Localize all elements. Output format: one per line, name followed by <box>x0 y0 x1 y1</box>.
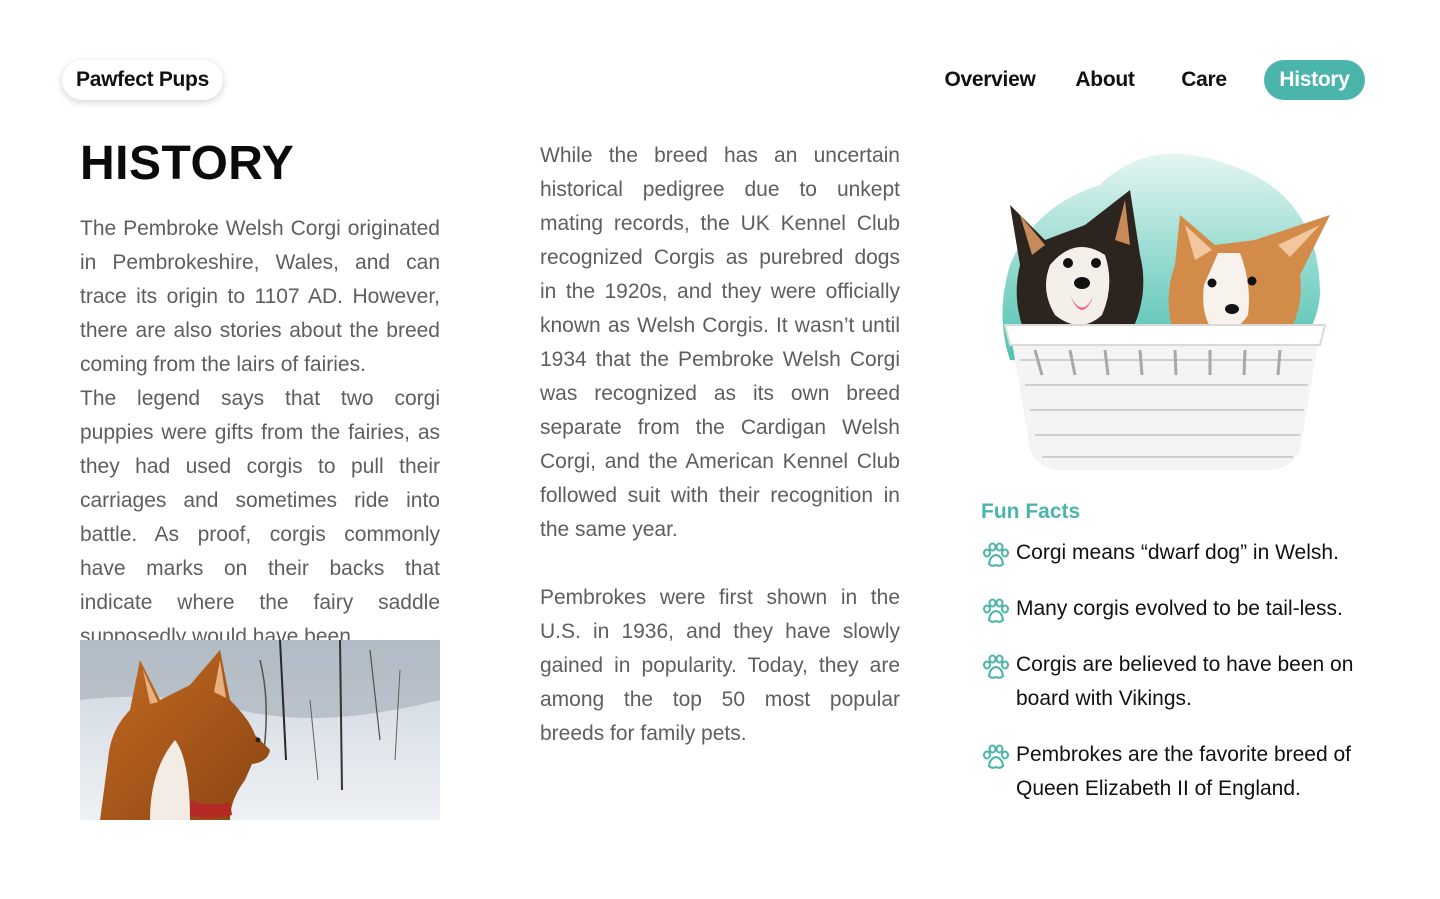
paw-icon <box>983 744 1009 769</box>
paw-icon <box>983 654 1009 679</box>
history-paragraph-4: Pembrokes were first shown in the U.S. i… <box>540 586 900 745</box>
paw-icon <box>983 598 1009 623</box>
fun-fact-text: Pembrokes are the favorite breed of Quee… <box>1016 743 1352 800</box>
corgi-puppies-photo <box>990 145 1340 480</box>
fun-fact-text: Corgi means “dwarf dog” in Welsh. <box>1016 541 1339 564</box>
nav-overview[interactable]: Overview <box>934 60 1046 100</box>
fun-fact-item: Pembrokes are the favorite breed of Quee… <box>982 743 1372 811</box>
page-title: HISTORY <box>80 137 295 190</box>
fun-facts-title: Fun Facts <box>981 500 1081 523</box>
paw-icon <box>983 542 1009 567</box>
fun-fact-item: Corgi means “dwarf dog” in Welsh. <box>982 541 1372 575</box>
corgi-in-snow-photo <box>80 640 440 820</box>
main-nav: Overview About Care History <box>0 60 1440 100</box>
history-paragraph-1: The Pembroke Welsh Corgi originated in P… <box>80 217 440 376</box>
nav-about[interactable]: About <box>1064 60 1146 100</box>
fun-fact-item: Many corgis evolved to be tail-less. <box>982 597 1372 631</box>
nav-history[interactable]: History <box>1264 60 1365 100</box>
history-paragraph-2: The legend says that two corgi puppies w… <box>80 387 440 648</box>
nav-care[interactable]: Care <box>1168 60 1240 100</box>
fun-fact-text: Corgis are believed to have been on boar… <box>1016 653 1354 710</box>
fun-fact-text: Many corgis evolved to be tail-less. <box>1016 597 1343 620</box>
fun-fact-item: Corgis are believed to have been on boar… <box>982 653 1372 721</box>
history-paragraph-3: While the breed has an uncertain histori… <box>540 144 900 541</box>
